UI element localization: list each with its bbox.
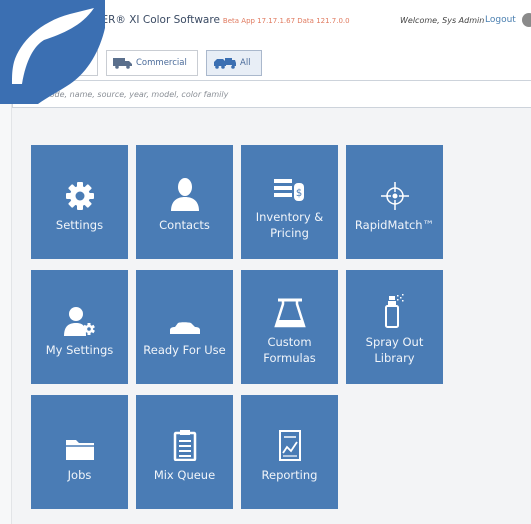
build-info: Beta App 17.17.1.67 Data 121.7.0.0 [222,17,350,25]
vehicles-icon [214,58,236,69]
filter-commercial-label: Commercial [136,58,187,68]
tile-reporting[interactable]: Reporting [241,395,338,509]
report-icon [278,421,302,461]
tile-my-settings[interactable]: My Settings [31,270,128,384]
tile-inventory-pricing[interactable]: $ Inventory & Pricing [241,145,338,259]
filter-all-button[interactable]: All [206,50,262,76]
truck-icon [113,58,132,69]
tile-mix-queue[interactable]: Mix Queue [136,395,233,509]
tile-spray-out-library-label: Spray Out Library [365,335,424,365]
app-title-text: sER® XI Color Software [96,14,220,26]
tile-settings-label: Settings [55,218,104,232]
tile-settings[interactable]: Settings [31,145,128,259]
beaker-icon [273,288,306,328]
user-gear-icon [63,296,96,336]
tile-rapidmatch[interactable]: RapidMatch™ [346,145,443,259]
spray-can-icon [383,288,407,328]
car-icon [168,296,202,336]
folder-icon [65,421,95,461]
tile-custom-formulas[interactable]: Custom Formulas [241,270,338,384]
tile-my-settings-label: My Settings [45,343,114,357]
tile-reporting-label: Reporting [261,468,318,482]
app-title: sER® XI Color Software Beta App 17.17.1.6… [96,14,350,26]
tile-ready-for-use-label: Ready For Use [143,343,226,357]
tile-ready-for-use[interactable]: Ready For Use [136,270,233,384]
tile-jobs-label: Jobs [67,468,92,482]
tile-rapidmatch-label: RapidMatch™ [354,218,435,232]
user-avatar[interactable] [522,13,531,27]
clipboard-icon [173,421,197,461]
logout-link[interactable]: Logout [485,15,516,25]
gear-icon [65,171,95,211]
filter-commercial-button[interactable]: Commercial [106,50,198,76]
tile-spray-out-library[interactable]: Spray Out Library [346,270,443,384]
tile-contacts-label: Contacts [159,218,210,232]
brand-logo-icon [0,0,105,104]
left-edge-panel [0,80,12,524]
svg-text:$: $ [295,188,301,199]
tile-inventory-pricing-label: Inventory & Pricing [255,210,324,240]
tile-contacts[interactable]: Contacts [136,145,233,259]
crosshair-icon [380,171,410,211]
tile-custom-formulas-label: Custom Formulas [263,335,316,365]
inventory-icon: $ [273,163,306,203]
tile-mix-queue-label: Mix Queue [153,468,216,482]
tile-jobs[interactable]: Jobs [31,395,128,509]
filter-all-label: All [240,58,251,68]
welcome-text: Welcome, Sys Admin [400,16,485,25]
person-icon [169,171,201,211]
